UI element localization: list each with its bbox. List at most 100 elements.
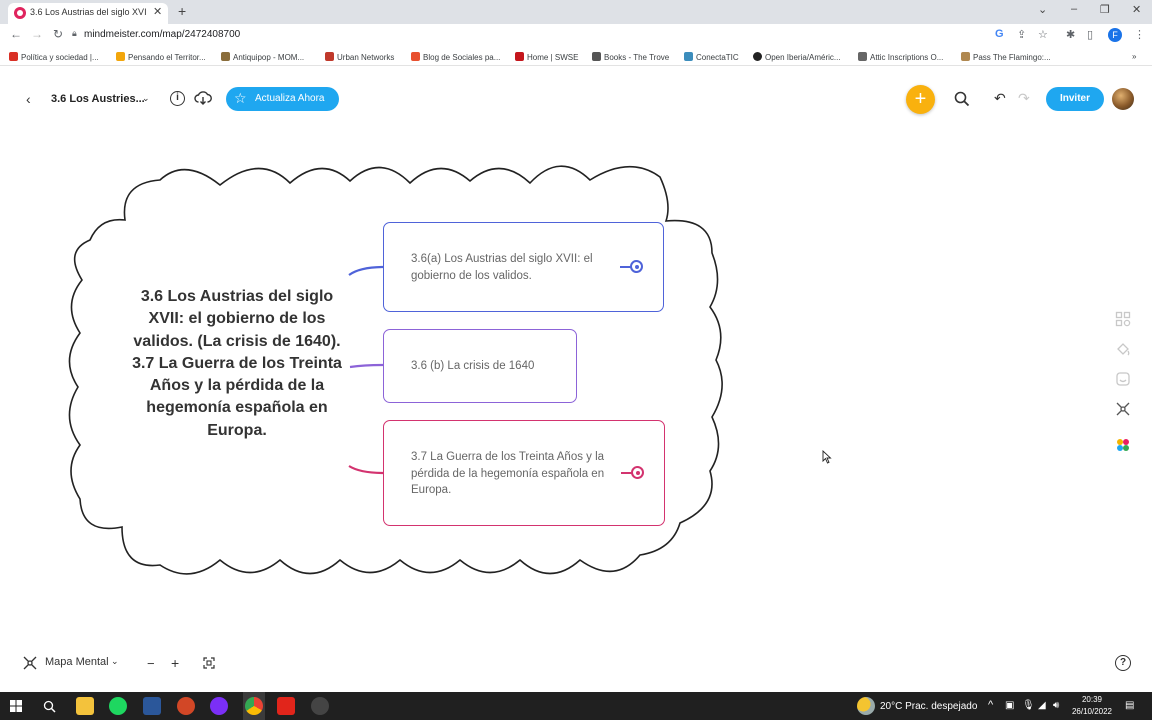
upgrade-label: Actualiza Ahora [255,93,325,104]
bookmarks-overflow-icon[interactable]: » [1132,52,1136,61]
volume-icon[interactable]: 🔊︎ [1053,700,1059,711]
word-icon[interactable] [143,697,161,715]
fit-to-screen-icon[interactable] [203,657,215,669]
chrome-icon[interactable] [245,697,263,715]
powerpoint-icon[interactable] [177,697,195,715]
browser-tab-strip: 3.6 Los Austrias del siglo XVII: el ✕ + … [0,0,1152,24]
bookmark-favicon-icon [684,52,693,61]
undo-icon[interactable]: ↶ [994,90,1006,107]
weather-text[interactable]: 20°C Prac. despejado [880,701,977,712]
profile-avatar[interactable]: F [1108,28,1122,42]
bookmark-favicon-icon [9,52,18,61]
share-icon[interactable]: ⇪ [1017,28,1026,41]
chevron-down-icon: ⌄ [111,656,119,666]
map-title[interactable]: 3.6 Los Austries... [51,93,145,105]
bookmark-item[interactable]: Open Iberia/Améric... [753,52,841,62]
google-lens-icon[interactable]: G [995,28,1004,40]
bookmark-favicon-icon [411,52,420,61]
microphone-icon[interactable]: 🎙︎ [1022,700,1035,711]
connections-icon[interactable] [1115,401,1131,417]
star-icon: ☆ [234,90,247,106]
extensions-icon[interactable]: ✱ [1066,28,1075,41]
bookmark-item[interactable]: Pensando el Territor... [116,52,206,62]
info-icon[interactable]: i [170,91,185,106]
notifications-icon[interactable]: ▤ [1125,700,1134,711]
tray-device-icon[interactable]: ▣ [1005,700,1014,711]
bookmark-item[interactable]: ConectaTIC [684,52,739,62]
lock-icon[interactable]: 🔒︎ [72,28,77,39]
redo-icon[interactable]: ↷ [1018,90,1030,107]
bookmark-item[interactable]: Pass The Flamingo:... [961,52,1051,62]
maximize-button[interactable]: ❐ [1100,3,1110,16]
bookmark-item[interactable]: Home | SWSE [515,52,578,62]
reload-icon[interactable]: ↻ [53,27,63,41]
taskbar-search-icon[interactable] [43,700,56,713]
tray-chevron-icon[interactable]: ^ [988,699,993,711]
file-explorer-icon[interactable] [76,697,94,715]
bookmark-favicon-icon [592,52,601,61]
topic-node-text: 3.7 La Guerra de los Treinta Años y la p… [411,451,605,496]
browser-tab[interactable]: 3.6 Los Austrias del siglo XVII: el ✕ [8,3,168,24]
browser-back-icon[interactable]: ← [10,27,22,41]
bookmark-favicon-icon [325,52,334,61]
bookmark-favicon-icon [961,52,970,61]
bookmark-favicon-icon [221,52,230,61]
new-tab-button[interactable]: + [178,3,186,19]
upgrade-button[interactable]: ☆ Actualiza Ahora [226,87,339,111]
invite-button[interactable]: Inviter [1046,87,1104,111]
cloud-sync-icon[interactable] [194,90,212,106]
bookmark-favicon-icon [858,52,867,61]
bookmark-item[interactable]: Antiquipop - MOM... [221,52,304,62]
search-icon[interactable] [954,91,970,107]
tab-close-icon[interactable]: ✕ [153,5,162,18]
layout-icon[interactable] [1115,311,1131,327]
add-topic-button[interactable]: + [906,85,935,114]
bookmark-item[interactable]: Books - The Trove [592,52,669,62]
bookmark-favicon-icon [116,52,125,61]
theme-palette-icon[interactable] [1115,437,1131,453]
root-topic-text[interactable]: 3.6 Los Austrias del siglo XVII: el gobi… [130,286,344,442]
chrome-menu-icon[interactable]: ⋮ [1134,28,1145,41]
browser-forward-icon[interactable]: → [31,27,43,41]
app-settings-icon[interactable] [311,697,329,715]
windows-start-icon[interactable] [10,700,22,712]
paint-bucket-icon[interactable] [1115,341,1131,357]
bookmark-item[interactable]: Política y sociedad |... [9,52,99,62]
weather-icon [857,697,875,715]
minimize-button[interactable]: – [1071,3,1077,15]
topic-node[interactable]: 3.6 (b) La crisis de 1640 [383,329,577,403]
network-icon[interactable]: ◢ [1038,700,1046,711]
zoom-out-button[interactable]: − [147,656,155,671]
tab-search-icon[interactable]: ⌄ [1038,3,1047,16]
clock-date[interactable]: 26/10/2022 [1066,707,1118,716]
mindmeister-favicon-icon [14,7,26,19]
app-circle-icon[interactable] [210,697,228,715]
mouse-cursor-icon [822,450,832,464]
clock-time[interactable]: 20:39 [1072,695,1112,704]
side-panel-icon[interactable]: ▯ [1087,28,1093,41]
help-icon[interactable]: ? [1115,655,1131,671]
back-icon[interactable]: ‹ [26,91,31,107]
bookmark-item[interactable]: Urban Networks [325,52,394,62]
bookmark-favicon-icon [515,52,524,61]
topic-node-text: 3.6(a) Los Austrias del siglo XVII: el g… [411,253,593,282]
sticker-icon[interactable] [1115,371,1131,387]
toggle-connector-icon [620,266,632,268]
toggle-connector-icon [621,472,633,474]
address-bar[interactable]: mindmeister.com/map/2472408700 [84,29,240,40]
acrobat-icon[interactable] [277,697,295,715]
window-close-button[interactable]: ✕ [1132,3,1141,16]
bookmark-item[interactable]: Blog de Sociales pa... [411,52,500,62]
spotify-icon[interactable] [109,697,127,715]
zoom-in-button[interactable]: + [171,655,179,671]
mind-map-icon [23,656,37,670]
tab-title: 3.6 Los Austrias del siglo XVII: el [30,7,146,17]
browser-nav-bar: ← → ↻ 🔒︎ mindmeister.com/map/2472408700 … [0,24,1152,46]
bookmarks-bar: Política y sociedad |... Pensando el Ter… [0,48,1152,66]
bookmark-item[interactable]: Attic Inscriptions O... [858,52,943,62]
map-view-label: Mapa Mental [45,656,109,668]
bookmark-star-icon[interactable]: ☆ [1038,28,1048,41]
chevron-down-icon[interactable]: ⌄ [142,93,150,104]
bookmark-favicon-icon [753,52,762,61]
user-avatar[interactable] [1112,88,1134,110]
